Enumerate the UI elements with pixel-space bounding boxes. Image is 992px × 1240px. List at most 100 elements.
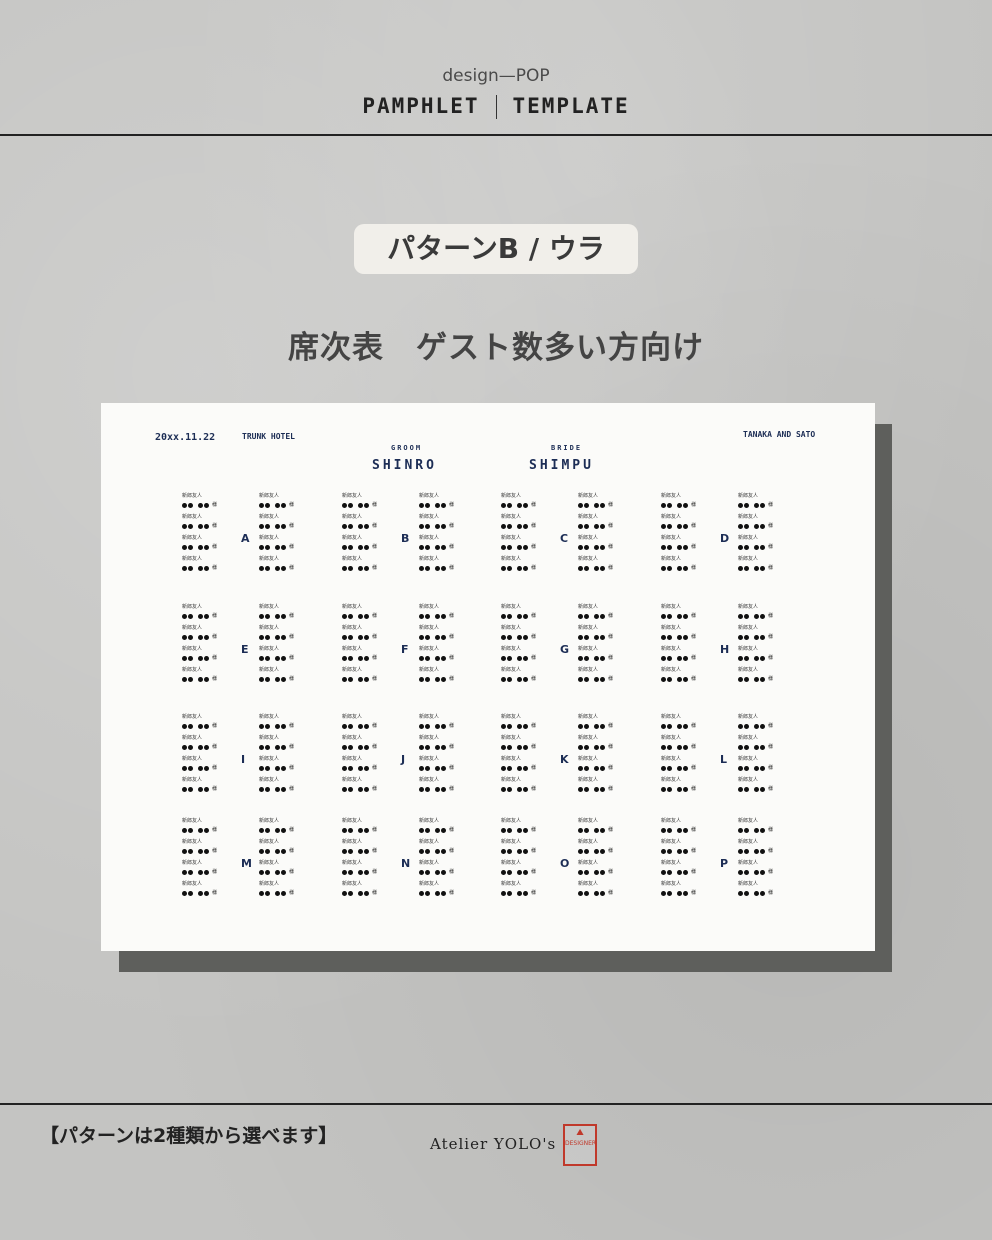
placeholder-dot bbox=[760, 890, 765, 896]
placeholder-dot bbox=[425, 744, 430, 750]
guest-seat: 新郎友人様 bbox=[419, 755, 461, 776]
guest-relation-label: 新郎友人 bbox=[738, 756, 759, 762]
guest-relation-label: 新郎友人 bbox=[419, 735, 440, 741]
placeholder-dot bbox=[425, 765, 430, 771]
placeholder-dot bbox=[281, 848, 286, 854]
table-p: 新郎友人様新郎友人様新郎友人様新郎友人様新郎友人様新郎友人様新郎友人様新郎友人様… bbox=[661, 817, 801, 909]
guest-seat: 新郎友人様 bbox=[661, 492, 703, 513]
placeholder-dot bbox=[348, 523, 353, 529]
guest-relation-label: 新郎友人 bbox=[578, 604, 599, 610]
placeholder-dot bbox=[364, 723, 369, 729]
guest-relation-label: 新郎友人 bbox=[182, 860, 203, 866]
placeholder-dot bbox=[419, 613, 424, 619]
placeholder-dot bbox=[204, 544, 209, 550]
guest-name-placeholder: 様 bbox=[419, 784, 461, 794]
designer-stamp-icon: ⛰ DESIGNER bbox=[563, 1124, 597, 1166]
guest-seat: 新郎友人様 bbox=[578, 713, 620, 734]
pamphlet-label: PAMPHLET bbox=[362, 94, 480, 118]
table-letter: I bbox=[241, 753, 246, 766]
guest-name-placeholder: 様 bbox=[419, 674, 461, 684]
atelier-logo: Atelier YOLO's bbox=[430, 1135, 557, 1153]
guest-name-placeholder: 様 bbox=[578, 888, 620, 898]
guest-name-placeholder: 様 bbox=[578, 742, 620, 752]
guest-relation-label: 新郎友人 bbox=[259, 714, 280, 720]
placeholder-dot bbox=[275, 676, 280, 682]
couple-names: TANAKA AND SATO bbox=[743, 430, 816, 439]
guest-name-placeholder: 様 bbox=[661, 888, 703, 898]
seat-column: 新郎友人様新郎友人様新郎友人様新郎友人様 bbox=[501, 492, 543, 576]
guest-relation-label: 新郎友人 bbox=[661, 735, 682, 741]
table-letter: K bbox=[560, 753, 569, 766]
placeholder-dot bbox=[348, 544, 353, 550]
placeholder-dot bbox=[188, 523, 193, 529]
guest-name-placeholder: 様 bbox=[419, 742, 461, 752]
table-letter: P bbox=[720, 857, 729, 870]
guest-name-placeholder: 様 bbox=[342, 742, 384, 752]
guest-name-placeholder: 様 bbox=[259, 563, 301, 573]
guest-seat: 新郎友人様 bbox=[182, 713, 224, 734]
guest-name-placeholder: 様 bbox=[419, 521, 461, 531]
placeholder-dot bbox=[754, 744, 759, 750]
honorific: 様 bbox=[449, 827, 455, 833]
guest-name-placeholder: 様 bbox=[182, 888, 224, 898]
placeholder-dot bbox=[600, 634, 605, 640]
honorific: 様 bbox=[212, 827, 218, 833]
placeholder-dot bbox=[584, 523, 589, 529]
table-letter: G bbox=[560, 643, 570, 656]
guest-name-placeholder: 様 bbox=[738, 500, 780, 510]
placeholder-dot bbox=[517, 613, 522, 619]
placeholder-dot bbox=[661, 765, 666, 771]
guest-relation-label: 新郎友人 bbox=[738, 556, 759, 562]
placeholder-dot bbox=[441, 786, 446, 792]
placeholder-dot bbox=[265, 723, 270, 729]
placeholder-dot bbox=[507, 655, 512, 661]
guest-relation-label: 新郎友人 bbox=[182, 535, 203, 541]
honorific: 様 bbox=[691, 765, 697, 771]
guest-name-placeholder: 様 bbox=[342, 632, 384, 642]
honorific: 様 bbox=[608, 523, 614, 529]
placeholder-dot bbox=[441, 565, 446, 571]
guest-relation-label: 新郎友人 bbox=[578, 818, 599, 824]
placeholder-dot bbox=[364, 523, 369, 529]
guest-name-placeholder: 様 bbox=[259, 742, 301, 752]
guest-relation-label: 新郎友人 bbox=[501, 604, 522, 610]
seat-column: 新郎友人様新郎友人様新郎友人様新郎友人様 bbox=[182, 713, 224, 797]
seat-column: 新郎友人様新郎友人様新郎友人様新郎友人様 bbox=[342, 492, 384, 576]
placeholder-dot bbox=[204, 502, 209, 508]
placeholder-dot bbox=[677, 655, 682, 661]
seat-column: 新郎友人様新郎友人様新郎友人様新郎友人様 bbox=[419, 492, 461, 576]
seat-column: 新郎友人様新郎友人様新郎友人様新郎友人様 bbox=[578, 817, 620, 901]
placeholder-dot bbox=[342, 723, 347, 729]
guest-seat: 新郎友人様 bbox=[738, 859, 780, 880]
guest-name-placeholder: 様 bbox=[578, 521, 620, 531]
guest-seat: 新郎友人様 bbox=[738, 755, 780, 776]
placeholder-dot bbox=[435, 565, 440, 571]
placeholder-dot bbox=[677, 502, 682, 508]
placeholder-dot bbox=[435, 848, 440, 854]
guest-name-placeholder: 様 bbox=[661, 632, 703, 642]
honorific: 様 bbox=[449, 523, 455, 529]
guest-name-placeholder: 様 bbox=[182, 521, 224, 531]
guest-name-placeholder: 様 bbox=[578, 611, 620, 621]
honorific: 様 bbox=[768, 869, 774, 875]
placeholder-dot bbox=[188, 544, 193, 550]
guest-seat: 新郎友人様 bbox=[578, 624, 620, 645]
guest-name-placeholder: 様 bbox=[501, 632, 543, 642]
guest-relation-label: 新郎友人 bbox=[738, 604, 759, 610]
guest-name-placeholder: 様 bbox=[342, 500, 384, 510]
placeholder-dot bbox=[738, 655, 743, 661]
placeholder-dot bbox=[275, 723, 280, 729]
placeholder-dot bbox=[744, 765, 749, 771]
honorific: 様 bbox=[449, 723, 455, 729]
placeholder-dot bbox=[259, 655, 264, 661]
guest-seat: 新郎友人様 bbox=[419, 734, 461, 755]
placeholder-dot bbox=[517, 848, 522, 854]
table-f: 新郎友人様新郎友人様新郎友人様新郎友人様新郎友人様新郎友人様新郎友人様新郎友人様… bbox=[342, 603, 482, 695]
placeholder-dot bbox=[348, 565, 353, 571]
placeholder-dot bbox=[342, 523, 347, 529]
honorific: 様 bbox=[289, 869, 295, 875]
placeholder-dot bbox=[600, 523, 605, 529]
placeholder-dot bbox=[754, 723, 759, 729]
placeholder-dot bbox=[182, 848, 187, 854]
guest-seat: 新郎友人様 bbox=[342, 666, 384, 687]
